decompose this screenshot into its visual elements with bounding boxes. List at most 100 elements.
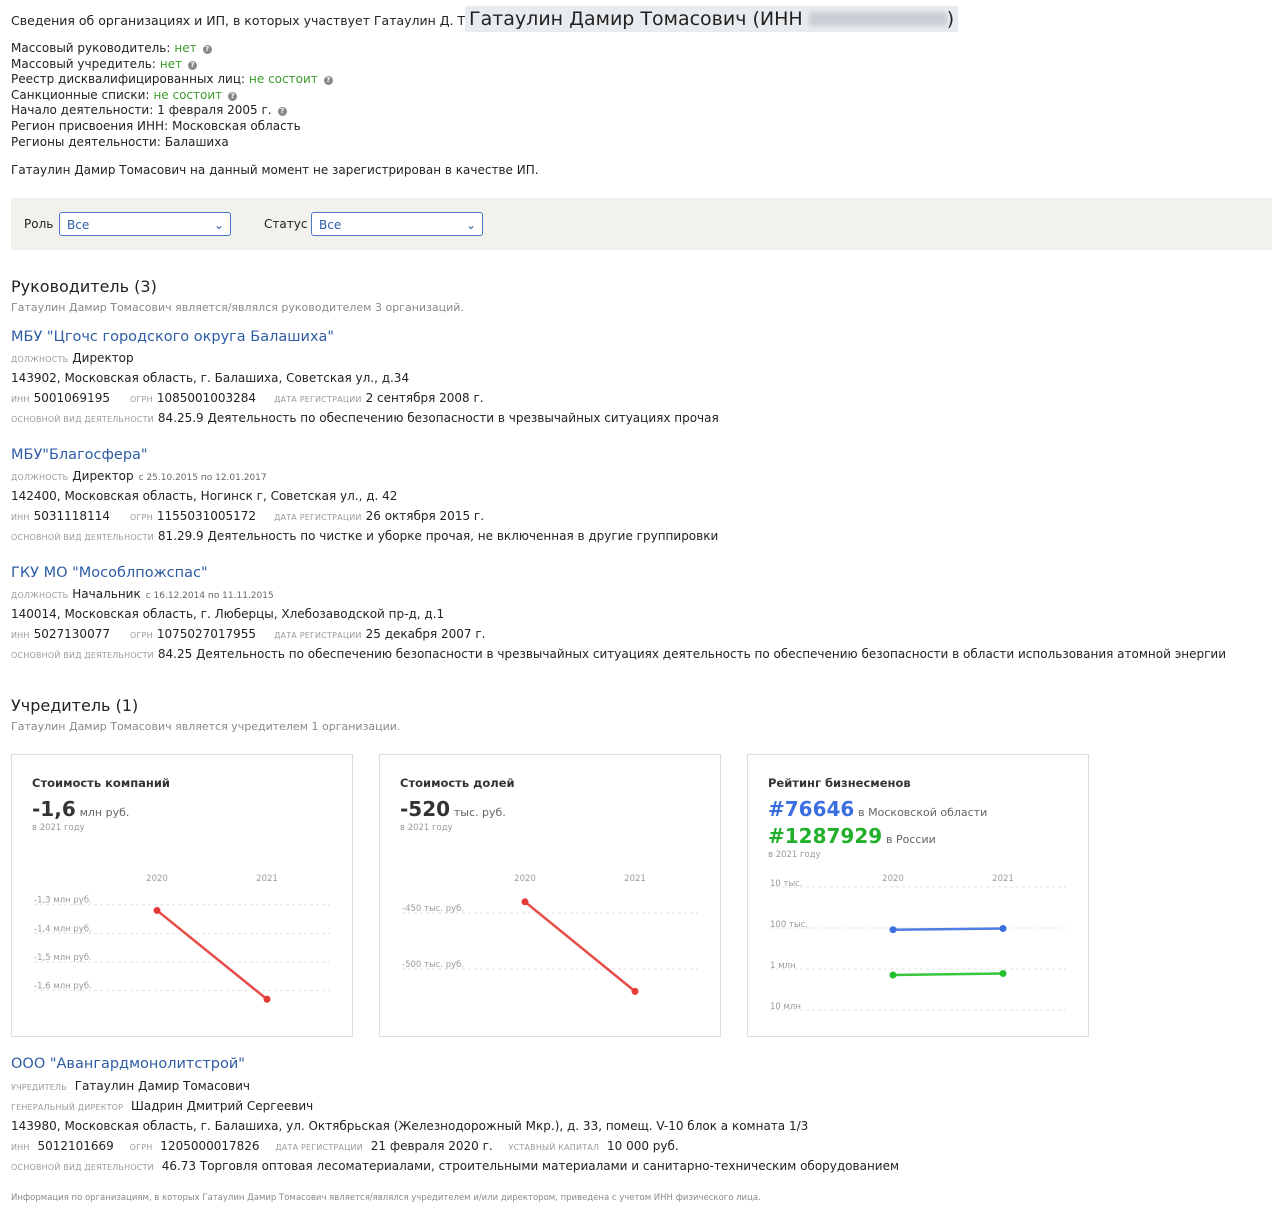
role-select[interactable]: Все ⌄ [59, 212, 231, 236]
card-title: Стоимость компаний [32, 776, 170, 790]
info-value: нет [159, 56, 183, 71]
person-name: Гатаулин Дамир Томасович (ИНН [469, 8, 809, 30]
card-year-note: в 2021 году [32, 823, 85, 833]
org-link[interactable]: МБУ"Благосфера" [11, 447, 148, 463]
main-activity: 81.29.9 Деятельность по чистке и уборке … [157, 529, 719, 543]
series-line [524, 900, 636, 993]
general-director: Шадрин Дмитрий Сергеевич [131, 1099, 314, 1113]
data-point [889, 971, 897, 979]
charter-capital: 10 000 руб. [607, 1139, 679, 1153]
card-year-note: в 2021 году [400, 823, 453, 833]
status-label: Статус [264, 217, 308, 231]
info-value: Балашиха [164, 134, 229, 149]
help-icon[interactable]: ? [277, 107, 287, 117]
company-value-chart: 2020 2021 -1,3 млн руб. -1,4 млн руб. -1,5 м… [34, 874, 330, 1003]
info-label: Реестр дисквалифицированных лиц: [11, 72, 246, 87]
org-link[interactable]: МБУ "Цгочс городского округа Балашиха" [11, 329, 334, 345]
position-period: с 25.10.2015 по 12.01.2017 [138, 473, 267, 483]
info-row: Санкционные списки: не состоит? [11, 87, 238, 102]
series-line [892, 927, 1004, 931]
role-label: Роль [24, 217, 54, 231]
inn: 5031118114 [33, 509, 110, 523]
help-icon[interactable]: ? [202, 45, 212, 54]
info-row: Регионы деятельности: Балашиха [11, 135, 229, 149]
info-row: Массовый учредитель: нет? [11, 56, 198, 71]
y-tick-label: 100 тыс. [770, 920, 808, 930]
x-tick-label: 2021 [256, 874, 278, 884]
x-tick-label: 2021 [992, 874, 1014, 884]
org-address: 140014, Московская область, г. Люберцы, … [11, 607, 445, 621]
ogrn: 1085001003284 [156, 391, 257, 405]
info-value: 1 февраля 2005 г. [157, 103, 272, 118]
directors-subtitle: Гатаулин Дамир Томасович является/являлс… [11, 301, 464, 314]
y-tick-label: -1,3 млн руб. [34, 896, 92, 906]
info-label: Санкционные списки: [11, 87, 150, 102]
page-title: Сведения об организациях и ИП, в которых… [11, 13, 470, 28]
card-year-note: в 2021 году [768, 850, 821, 860]
card-value: -520 [400, 797, 451, 821]
data-point [999, 925, 1007, 933]
info-label: Массовый руководитель: [11, 41, 171, 55]
inn-redacted [808, 12, 947, 26]
reg-date: 25 декабря 2007 г. [365, 627, 486, 641]
y-tick-label: 10 тыс. [770, 879, 803, 889]
y-tick-label: -1,4 млн руб. [34, 924, 92, 934]
inn: 5027130077 [33, 627, 110, 641]
y-tick-label: -450 тыс. руб. [402, 904, 464, 914]
info-value: не состоит [249, 72, 318, 87]
rating-chart: 2020 2021 10 тыс. 100 тыс. 1 млн 10 млн [770, 874, 1066, 1012]
data-point [631, 987, 639, 995]
x-tick-label: 2020 [146, 874, 168, 884]
info-label: Массовый учредитель: [11, 56, 156, 71]
main-activity: 84.25 Деятельность по обеспечению безопа… [157, 647, 1227, 661]
ogrn: 1205000017826 [160, 1139, 260, 1153]
main-activity: 46.73 Торговля оптовая лесоматериалами, … [161, 1159, 900, 1173]
founder-org-link[interactable]: ООО "Авангардмонолитстрой" [11, 1056, 245, 1072]
y-tick-label: 10 млн [770, 1002, 801, 1012]
shares-value-card: Стоимость долей -520 тыс. руб. в 2021 го… [379, 754, 721, 1037]
founder-name: Гатаулин Дамир Томасович [74, 1079, 250, 1093]
founder-org-address: 143980, Московская область, г. Балашиха,… [11, 1119, 809, 1133]
founders-subtitle: Гатаулин Дамир Томасович является учреди… [11, 720, 401, 733]
rating-card: Рейтинг бизнесменов #76646 в Московской … [747, 754, 1089, 1037]
chevron-down-icon: ⌄ [465, 218, 476, 232]
rank-country: #1287929 [768, 824, 883, 848]
help-icon[interactable]: ? [323, 76, 333, 86]
help-icon[interactable]: ? [228, 91, 238, 101]
ogrn: 1075027017955 [156, 627, 257, 641]
founders-heading: Учредитель (1) [11, 696, 139, 715]
org-address: 143902, Московская область, г. Балашиха,… [11, 371, 410, 385]
card-value: -1,6 [32, 797, 76, 821]
info-label: Начало деятельности: [11, 103, 154, 118]
reg-date: 21 февраля 2020 г. [370, 1139, 493, 1153]
position: Директор [72, 351, 134, 365]
shares-value-chart: 2020 2021 -450 тыс. руб. -500 тыс. руб. [402, 874, 698, 995]
y-tick-label: 1 млн [770, 961, 796, 971]
info-label: Регионы деятельности: [11, 134, 161, 149]
position: Начальник [72, 587, 141, 601]
card-title: Стоимость долей [400, 776, 515, 790]
data-point [889, 926, 897, 934]
data-point [263, 995, 271, 1003]
series-line [156, 909, 268, 1001]
org-address: 142400, Московская область, Ногинск г, С… [11, 489, 398, 503]
person-name-box: Гатаулин Дамир Томасович (ИНН ) [465, 6, 959, 32]
info-row: Начало деятельности: 1 февраля 2005 г.? [11, 103, 287, 117]
inn: 5001069195 [33, 391, 110, 405]
main-activity: 84.25.9 Деятельность по обеспечению безо… [157, 411, 719, 425]
info-row: Регион присвоения ИНН: Московская область [11, 119, 301, 133]
company-value-card: Стоимость компаний -1,6 млн руб. в 2021 … [11, 754, 353, 1037]
card-unit: тыс. руб. [453, 806, 506, 819]
info-value: Московская область [172, 119, 301, 133]
chevron-down-icon: ⌄ [213, 218, 224, 232]
reg-date: 26 октября 2015 г. [365, 509, 485, 523]
help-icon[interactable]: ? [188, 60, 198, 70]
filter-bar: Роль Все ⌄ Статус Все ⌄ [11, 198, 1272, 250]
reg-date: 2 сентября 2008 г. [365, 391, 484, 405]
info-row: Массовый руководитель: нет? [11, 41, 212, 55]
ip-note: Гатаулин Дамир Томасович на данный момен… [11, 163, 539, 177]
card-title: Рейтинг бизнесменов [768, 776, 911, 790]
info-row: Реестр дисквалифицированных лиц: не состо… [11, 72, 333, 86]
org-link[interactable]: ГКУ МО "Мособлпожспас" [11, 565, 208, 581]
status-select[interactable]: Все ⌄ [311, 212, 483, 236]
